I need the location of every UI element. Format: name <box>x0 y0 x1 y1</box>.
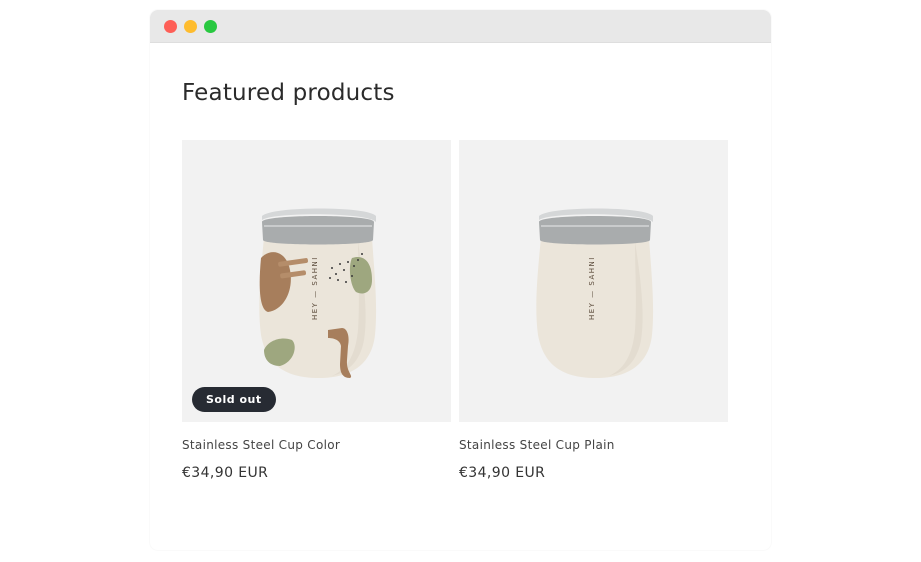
close-window-button[interactable] <box>164 20 177 33</box>
window-titlebar <box>150 10 771 43</box>
sold-out-badge: Sold out <box>192 387 276 412</box>
browser-window: Featured products HEY — SAHNI Sold out S… <box>150 10 771 550</box>
product-card-plain[interactable]: HEY — SAHNI Stainless Steel Cup Plain €3… <box>459 140 728 481</box>
minimize-window-button[interactable] <box>184 20 197 33</box>
product-image-color[interactable]: HEY — SAHNI Sold out <box>182 140 451 422</box>
cup-color-image: HEY — SAHNI <box>259 208 377 378</box>
svg-text:HEY — SAHNI: HEY — SAHNI <box>588 256 596 320</box>
product-price: €34,90 EUR <box>182 465 269 481</box>
product-price: €34,90 EUR <box>459 465 546 481</box>
product-title-link[interactable]: Stainless Steel Cup Plain <box>459 438 615 452</box>
cup-plain-image: HEY — SAHNI <box>536 208 654 378</box>
featured-products-heading: Featured products <box>182 80 395 106</box>
product-card-color[interactable]: HEY — SAHNI Sold out Stainless Steel Cup… <box>182 140 451 481</box>
maximize-window-button[interactable] <box>204 20 217 33</box>
product-title-link[interactable]: Stainless Steel Cup Color <box>182 438 340 452</box>
svg-text:HEY — SAHNI: HEY — SAHNI <box>311 256 319 320</box>
product-image-plain[interactable]: HEY — SAHNI <box>459 140 728 422</box>
